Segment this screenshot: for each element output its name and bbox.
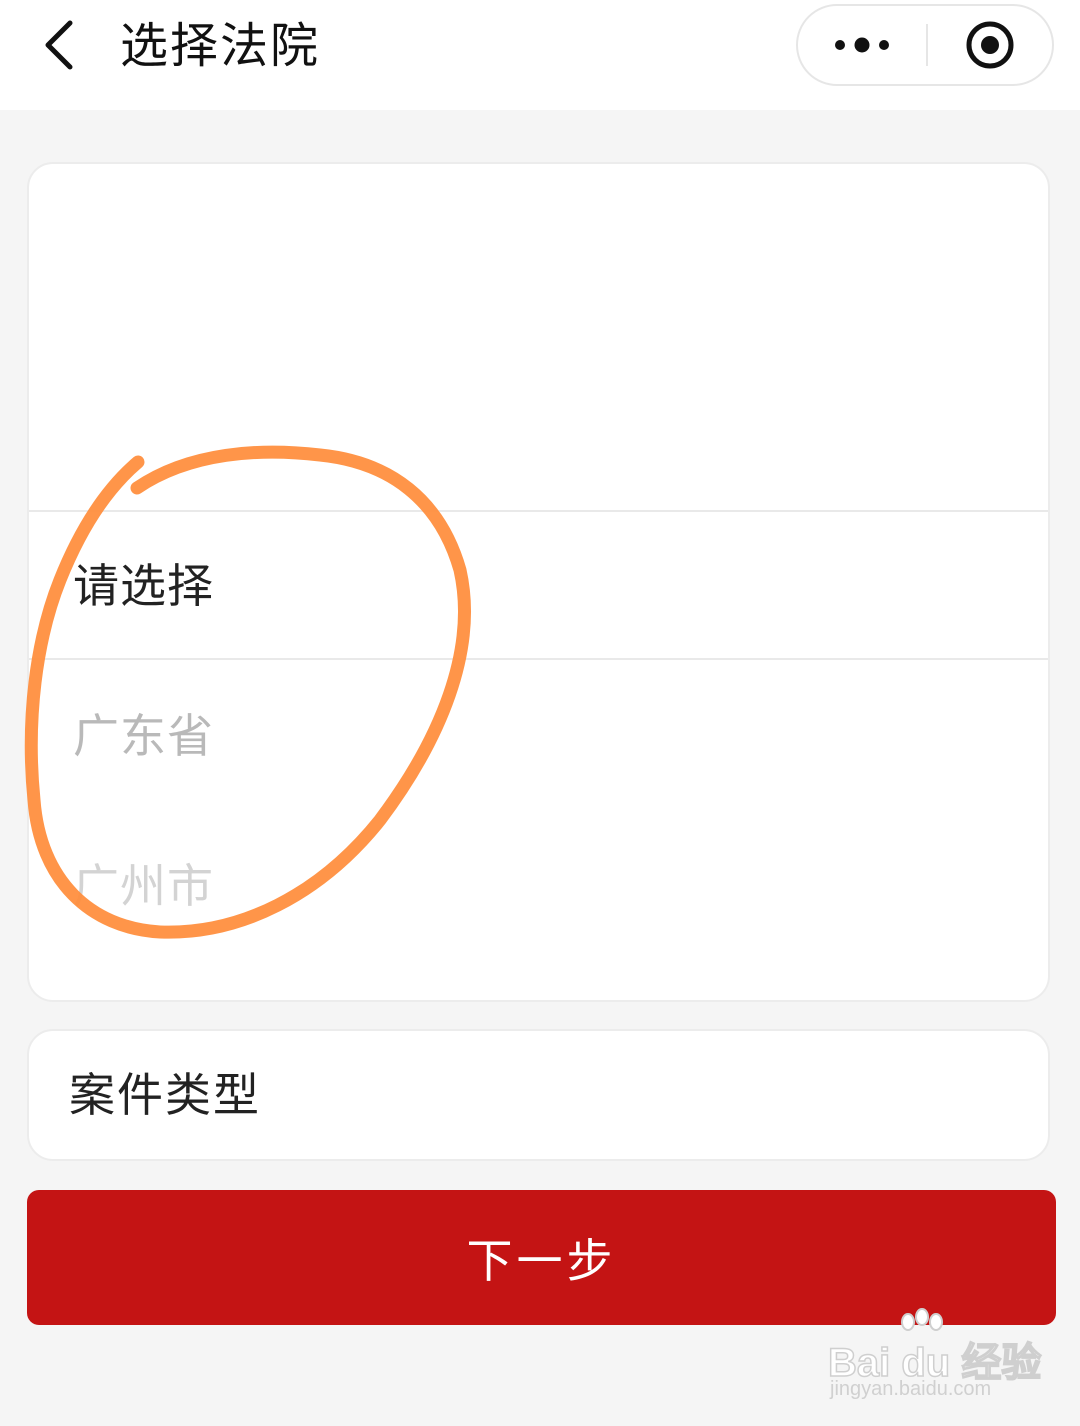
nav-bar: 选择法院 [0, 0, 1080, 110]
close-button[interactable] [928, 6, 1052, 84]
case-type-field[interactable]: 案件类型 [27, 1029, 1050, 1161]
target-close-icon [966, 21, 1014, 69]
next-step-button[interactable]: 下一步 [27, 1190, 1056, 1325]
court-picker-card: 请选择 广东省 广州市 [27, 162, 1050, 1002]
baidu-watermark: Bai du 经验 jingyan.baidu.com [827, 1308, 1042, 1408]
picker-indicator-bottom [29, 658, 1048, 660]
back-button[interactable] [30, 15, 90, 75]
watermark-url: jingyan.baidu.com [830, 1378, 992, 1400]
mini-program-capsule [796, 4, 1054, 86]
case-type-label: 案件类型 [69, 1068, 261, 1122]
next-step-label: 下一步 [466, 1233, 617, 1288]
chevron-left-icon [45, 20, 73, 70]
picker-option-province[interactable]: 广东省 [73, 706, 214, 766]
picker-option-selected[interactable]: 请选择 [73, 556, 214, 616]
picker-option-city[interactable]: 广州市 [73, 856, 214, 916]
more-button[interactable] [798, 6, 926, 84]
picker-indicator-top [29, 510, 1048, 512]
more-dots-icon [835, 37, 889, 53]
page-title: 选择法院 [120, 18, 321, 74]
